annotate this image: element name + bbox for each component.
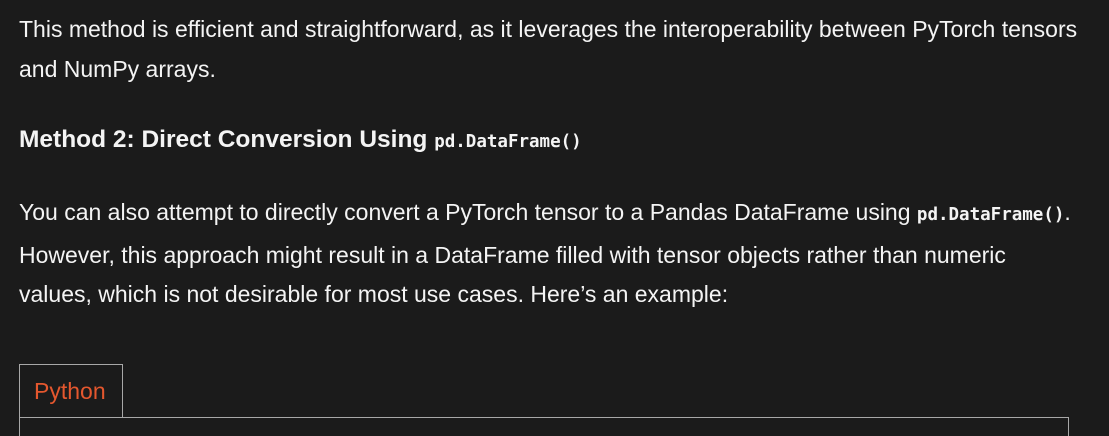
tab-python-label: Python <box>34 378 106 404</box>
tab-python[interactable]: Python <box>19 364 123 417</box>
method-2-heading: Method 2: Direct Conversion Using pd.Dat… <box>19 118 582 164</box>
code-panel <box>19 417 1069 436</box>
paragraph-text-start: You can also attempt to directly convert… <box>19 199 917 225</box>
method-2-paragraph: You can also attempt to directly convert… <box>19 193 1079 315</box>
intro-paragraph: This method is efficient and straightfor… <box>19 16 1078 82</box>
paragraph-inline-code: pd.DataFrame() <box>916 205 1065 225</box>
heading-inline-code: pd.DataFrame() <box>434 132 582 152</box>
heading-text: Method 2: Direct Conversion Using <box>19 126 435 153</box>
